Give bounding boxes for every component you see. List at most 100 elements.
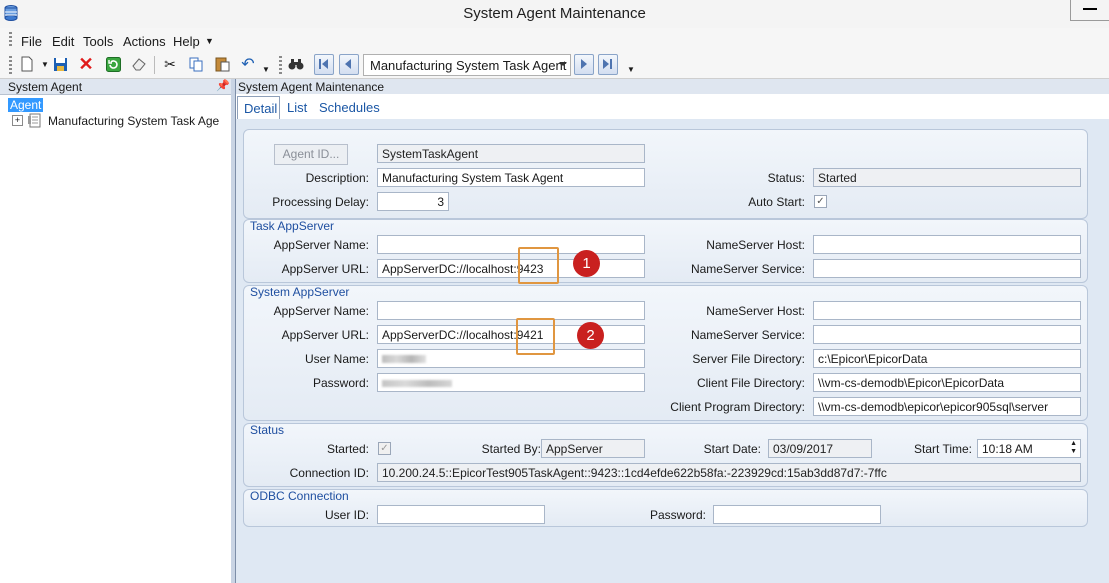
tab-schedules[interactable]: Schedules (319, 100, 380, 115)
detail-panel: Agent ID... SystemTaskAgent Description:… (236, 119, 1109, 583)
tree-root-agent[interactable]: Agent (8, 98, 44, 112)
menu-overflow-icon[interactable]: ▼ (205, 36, 214, 46)
previous-icon (345, 59, 351, 69)
password-field[interactable] (377, 373, 645, 392)
highlight-port-9421 (516, 318, 555, 355)
binoculars-search-icon[interactable] (287, 55, 305, 73)
auto-start-checkbox[interactable]: ✓ (814, 195, 827, 208)
tree-item-agent[interactable]: Manufacturing System Task Age (48, 114, 219, 128)
refresh-icon[interactable] (104, 55, 122, 73)
started-checkbox: ✓ (378, 442, 391, 455)
description-label: Description: (305, 171, 369, 185)
start-time-value: 10:18 AM (982, 442, 1033, 456)
system-appserver-url-field[interactable]: AppServerDC://localhost:9421 (377, 325, 645, 344)
agent-id-field[interactable]: SystemTaskAgent (377, 144, 645, 163)
odbc-user-id-field[interactable] (377, 505, 545, 524)
user-name-field[interactable] (377, 349, 645, 368)
system-appserver-name-label: AppServer Name: (273, 304, 369, 318)
main-pane-header: System Agent Maintenance (236, 79, 1109, 94)
client-program-directory-label: Client Program Directory: (670, 400, 805, 414)
system-appserver-name-field[interactable] (377, 301, 645, 320)
save-icon[interactable] (51, 55, 69, 73)
chevron-down-icon[interactable] (558, 57, 568, 71)
paste-icon[interactable] (213, 55, 231, 73)
toolbar-grip[interactable] (9, 56, 12, 74)
task-appserver-url-field[interactable]: AppServerDC://localhost:9423 (377, 259, 645, 278)
agent-group: Agent ID... SystemTaskAgent Description:… (243, 129, 1088, 219)
tab-strip: Detail List Schedules (236, 95, 1109, 119)
title-bar: System Agent Maintenance (0, 0, 1109, 29)
description-field[interactable]: Manufacturing System Task Agent (377, 168, 645, 187)
main-pane-title: System Agent Maintenance (238, 80, 385, 94)
user-name-label: User Name: (304, 352, 369, 366)
agent-id-button[interactable]: Agent ID... (274, 144, 348, 165)
task-appserver-name-label: AppServer Name: (273, 238, 369, 252)
client-program-directory-field[interactable]: \\vm-cs-demodb\epicor\epicor905sql\serve… (813, 397, 1081, 416)
new-icon[interactable] (18, 55, 36, 73)
task-nameserver-host-label: NameServer Host: (706, 238, 805, 252)
system-appserver-title: System AppServer (250, 285, 350, 299)
task-nameserver-service-field[interactable] (813, 259, 1081, 278)
tab-detail[interactable]: Detail (237, 96, 280, 119)
record-selector-value: Manufacturing System Task Agent (370, 58, 567, 73)
undo-dropdown-icon[interactable]: ▼ (257, 60, 275, 78)
menu-actions[interactable]: Actions (123, 34, 166, 49)
processing-delay-label: Processing Delay: (272, 195, 369, 209)
menu-file[interactable]: File (21, 34, 42, 49)
last-record-button[interactable] (598, 54, 618, 75)
annotation-badge-2: 2 (577, 322, 604, 349)
started-label: Started: (326, 442, 369, 456)
tree-panel: System Agent 📌 Agent + Manufacturing Sys… (0, 79, 232, 583)
system-nameserver-host-field[interactable] (813, 301, 1081, 320)
window-title: System Agent Maintenance (463, 5, 646, 22)
highlight-port-9423 (518, 247, 559, 284)
agent-node-icon (28, 112, 44, 131)
pin-icon[interactable]: 📌 (216, 79, 230, 92)
server-file-directory-field[interactable]: c:\Epicor\EpicorData (813, 349, 1081, 368)
task-appserver-url-label: AppServer URL: (281, 262, 369, 276)
first-record-icon (319, 59, 321, 69)
toolbar-separator (154, 56, 155, 74)
copy-icon[interactable] (187, 55, 205, 73)
menu-help[interactable]: Help (173, 34, 200, 49)
odbc-user-id-label: User ID: (324, 508, 369, 522)
time-spinner-icon[interactable]: ▲ ▼ (1070, 440, 1077, 456)
client-file-directory-label: Client File Directory: (696, 376, 805, 390)
system-nameserver-service-label: NameServer Service: (690, 328, 805, 342)
main-pane: System Agent Maintenance Detail List Sch… (236, 79, 1109, 583)
odbc-password-field[interactable] (713, 505, 881, 524)
previous-record-button[interactable] (339, 54, 359, 75)
task-appserver-name-field[interactable] (377, 235, 645, 254)
processing-delay-field[interactable]: 3 (377, 192, 449, 211)
last-record-icon (610, 59, 612, 69)
minimize-button[interactable] (1070, 0, 1109, 21)
menubar-grip[interactable] (9, 32, 12, 48)
status-label: Status: (767, 171, 805, 185)
task-nameserver-host-field[interactable] (813, 235, 1081, 254)
client-file-directory-field[interactable]: \\vm-cs-demodb\Epicor\EpicorData (813, 373, 1081, 392)
odbc-group: ODBC Connection User ID: Password: (243, 489, 1088, 527)
toolbar: ▼ ✕ ✂ ↶ ▼ Manufacturing System Task Agen… (0, 52, 1109, 79)
system-nameserver-service-field[interactable] (813, 325, 1081, 344)
clear-icon[interactable] (130, 55, 148, 73)
odbc-title: ODBC Connection (250, 489, 349, 503)
first-record-button[interactable] (314, 54, 334, 75)
next-record-button[interactable] (574, 54, 594, 75)
navigation-grip[interactable] (279, 56, 282, 74)
started-by-label: Started By: (481, 442, 541, 456)
expand-icon[interactable]: + (12, 115, 23, 126)
toolbar-overflow-icon[interactable]: ▼ (622, 60, 640, 78)
odbc-password-label: Password: (649, 508, 706, 522)
tab-list[interactable]: List (287, 100, 307, 115)
tree-panel-title: System Agent (8, 80, 83, 94)
cut-icon[interactable]: ✂ (161, 55, 179, 73)
task-nameserver-service-label: NameServer Service: (690, 262, 805, 276)
undo-icon[interactable]: ↶ (239, 55, 257, 73)
connection-id-label: Connection ID: (289, 466, 369, 480)
record-selector[interactable]: Manufacturing System Task Agent (363, 54, 571, 76)
start-time-field[interactable]: 10:18 AM ▲ ▼ (977, 439, 1081, 458)
auto-start-label: Auto Start: (748, 195, 805, 209)
delete-icon[interactable]: ✕ (77, 54, 95, 74)
menu-edit[interactable]: Edit (52, 34, 74, 49)
menu-tools[interactable]: Tools (83, 34, 113, 49)
